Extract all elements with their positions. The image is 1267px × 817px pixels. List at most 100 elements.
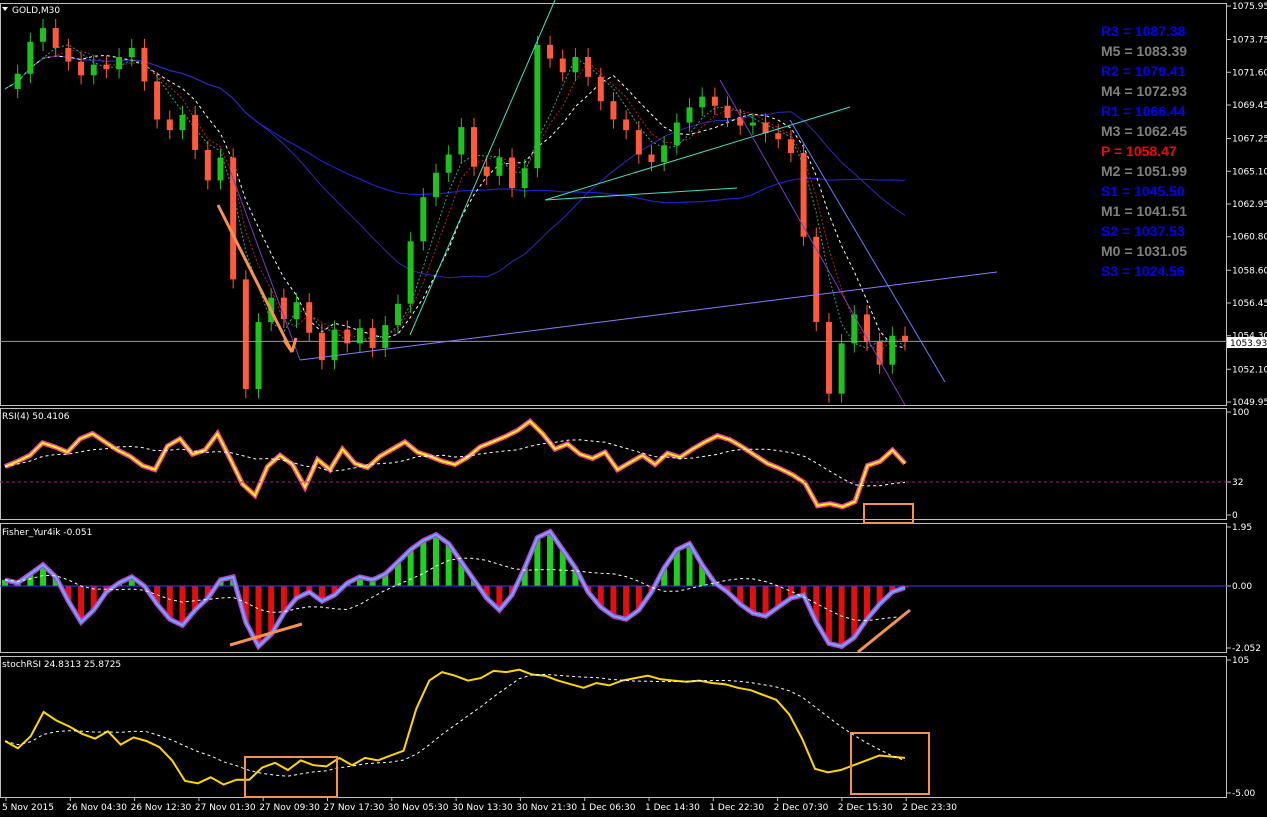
candle-body	[458, 127, 465, 155]
candle-body	[255, 322, 262, 390]
panel-labels: GOLD,M30 RSI(4) 50.4106 Fisher_Yur4ik -0…	[2, 6, 1267, 670]
candle-body	[496, 157, 503, 176]
candle-body	[838, 343, 845, 394]
pivot-level-label: M4 = 1072.93	[1101, 83, 1187, 99]
fisher-bar	[432, 534, 439, 586]
candle-body	[103, 64, 110, 70]
osc-tick-label: 100	[1232, 408, 1249, 418]
candle-body	[825, 322, 832, 394]
candle-body	[204, 149, 211, 181]
candle-body	[230, 157, 237, 280]
current-price-tag: 1053.93	[1227, 337, 1267, 349]
candle-body	[128, 47, 135, 58]
trend-line	[719, 79, 906, 406]
pivot-level-label: S1 = 1045.50	[1101, 183, 1185, 199]
candle-body	[242, 279, 249, 390]
fisher-bar	[420, 540, 427, 586]
candle-body	[585, 57, 592, 77]
candle-body	[623, 119, 630, 131]
price-tick-label: 1073.75	[1232, 36, 1267, 46]
price-tick-label: 1049.95	[1232, 398, 1267, 408]
candle-body	[90, 64, 97, 76]
pivot-level-label: R1 = 1066.44	[1101, 103, 1186, 119]
fisher-label: Fisher_Yur4ik -0.051	[2, 528, 92, 538]
candle-body	[724, 105, 731, 118]
price-panel[interactable]	[0, 0, 1227, 406]
candle-body	[179, 114, 186, 131]
candle-body	[483, 166, 490, 176]
fisher-bar	[623, 585, 630, 620]
candle-body	[217, 157, 224, 181]
time-tick-label: 1 Dec 14:30	[645, 803, 700, 813]
candle-body	[686, 107, 693, 123]
time-tick-label: 27 Nov 09:30	[259, 803, 320, 813]
rsi-label: RSI(4) 50.4106	[2, 412, 70, 422]
osc-tick-label: 0.00	[1232, 582, 1252, 592]
candle-body	[711, 96, 718, 106]
pivot-level-label: M0 = 1031.05	[1101, 243, 1187, 259]
candle-body	[369, 328, 376, 348]
candle-body	[749, 122, 756, 126]
trend-line	[409, 0, 556, 336]
time-tick-label: 5 Nov 2015	[2, 803, 54, 813]
stochRSI-signal	[4, 673, 906, 777]
candle-body	[572, 57, 579, 73]
candle-body	[673, 122, 680, 146]
candle-body	[597, 76, 604, 102]
candle-body	[141, 47, 148, 82]
pivot-level-label: M1 = 1041.51	[1101, 203, 1187, 219]
price-tick-label: 1062.95	[1232, 200, 1267, 210]
annotation-arrow	[216, 204, 294, 353]
candle-body	[661, 145, 668, 163]
highlight-box	[850, 732, 930, 795]
candle-body	[762, 122, 769, 134]
candle-body	[166, 119, 173, 131]
candle-body	[787, 139, 794, 153]
trend-line	[229, 169, 301, 361]
candle-body	[889, 335, 896, 365]
candle-body	[318, 332, 325, 361]
pivot-level-label: R2 = 1079.41	[1101, 63, 1186, 79]
candle-body	[420, 197, 427, 242]
fisher-panel[interactable]: 1.95 0.00 -2.052	[0, 523, 1261, 654]
rsi-panel[interactable]: 100 32 0	[0, 408, 1249, 524]
price-tick-label: 1069.45	[1232, 101, 1267, 111]
ma-white	[4, 54, 906, 349]
time-tick-label: 2 Dec 23:30	[902, 803, 957, 813]
time-tick-label: 2 Dec 07:30	[774, 803, 829, 813]
candle-body	[547, 44, 554, 59]
candle-body	[800, 152, 807, 237]
candle-body	[471, 127, 478, 167]
ma-red	[4, 50, 906, 353]
pivot-level-label: M2 = 1051.99	[1101, 163, 1187, 179]
candle-body	[382, 325, 389, 348]
candle-body	[445, 154, 452, 173]
price-tick-label: 1067.25	[1232, 135, 1267, 145]
pivot-level-label: R3 = 1087.38	[1101, 23, 1186, 39]
candle-body	[394, 303, 401, 326]
RSI-line	[4, 419, 906, 508]
pivot-level-label: M3 = 1062.45	[1101, 123, 1187, 139]
stochrsi-panel[interactable]: 105 -5.00	[4, 656, 1256, 799]
price-tick-label: 1071.60	[1232, 68, 1267, 78]
time-axis: 5 Nov 2015 26 Nov 04:30 26 Nov 12:30 27 Nov…	[2, 797, 957, 813]
candle-body	[40, 28, 47, 42]
pivot-level-label: S2 = 1037.53	[1101, 223, 1185, 239]
dropdown-triangle-icon[interactable]	[2, 7, 8, 11]
fisher-bar	[547, 531, 554, 586]
stochrsi-label: stochRSI 24.8313 25.8725	[2, 660, 121, 670]
price-tick-label: 1058.60	[1232, 266, 1267, 276]
ma-long	[4, 55, 906, 204]
candle-body	[293, 302, 300, 319]
time-tick-label: 26 Nov 04:30	[66, 803, 127, 813]
Fisher-glow	[4, 528, 906, 651]
candle-body	[635, 130, 642, 155]
time-tick-label: 27 Nov 17:30	[324, 803, 385, 813]
stoch-frame	[0, 656, 1227, 798]
price-tick-label: 1075.95	[1232, 2, 1267, 12]
candle-body	[306, 302, 313, 333]
osc-tick-label: -2.052	[1232, 644, 1261, 654]
time-tick-label: 1 Dec 06:30	[581, 803, 636, 813]
pivot-level-label: M5 = 1083.39	[1101, 43, 1187, 59]
candle-body	[192, 114, 199, 150]
